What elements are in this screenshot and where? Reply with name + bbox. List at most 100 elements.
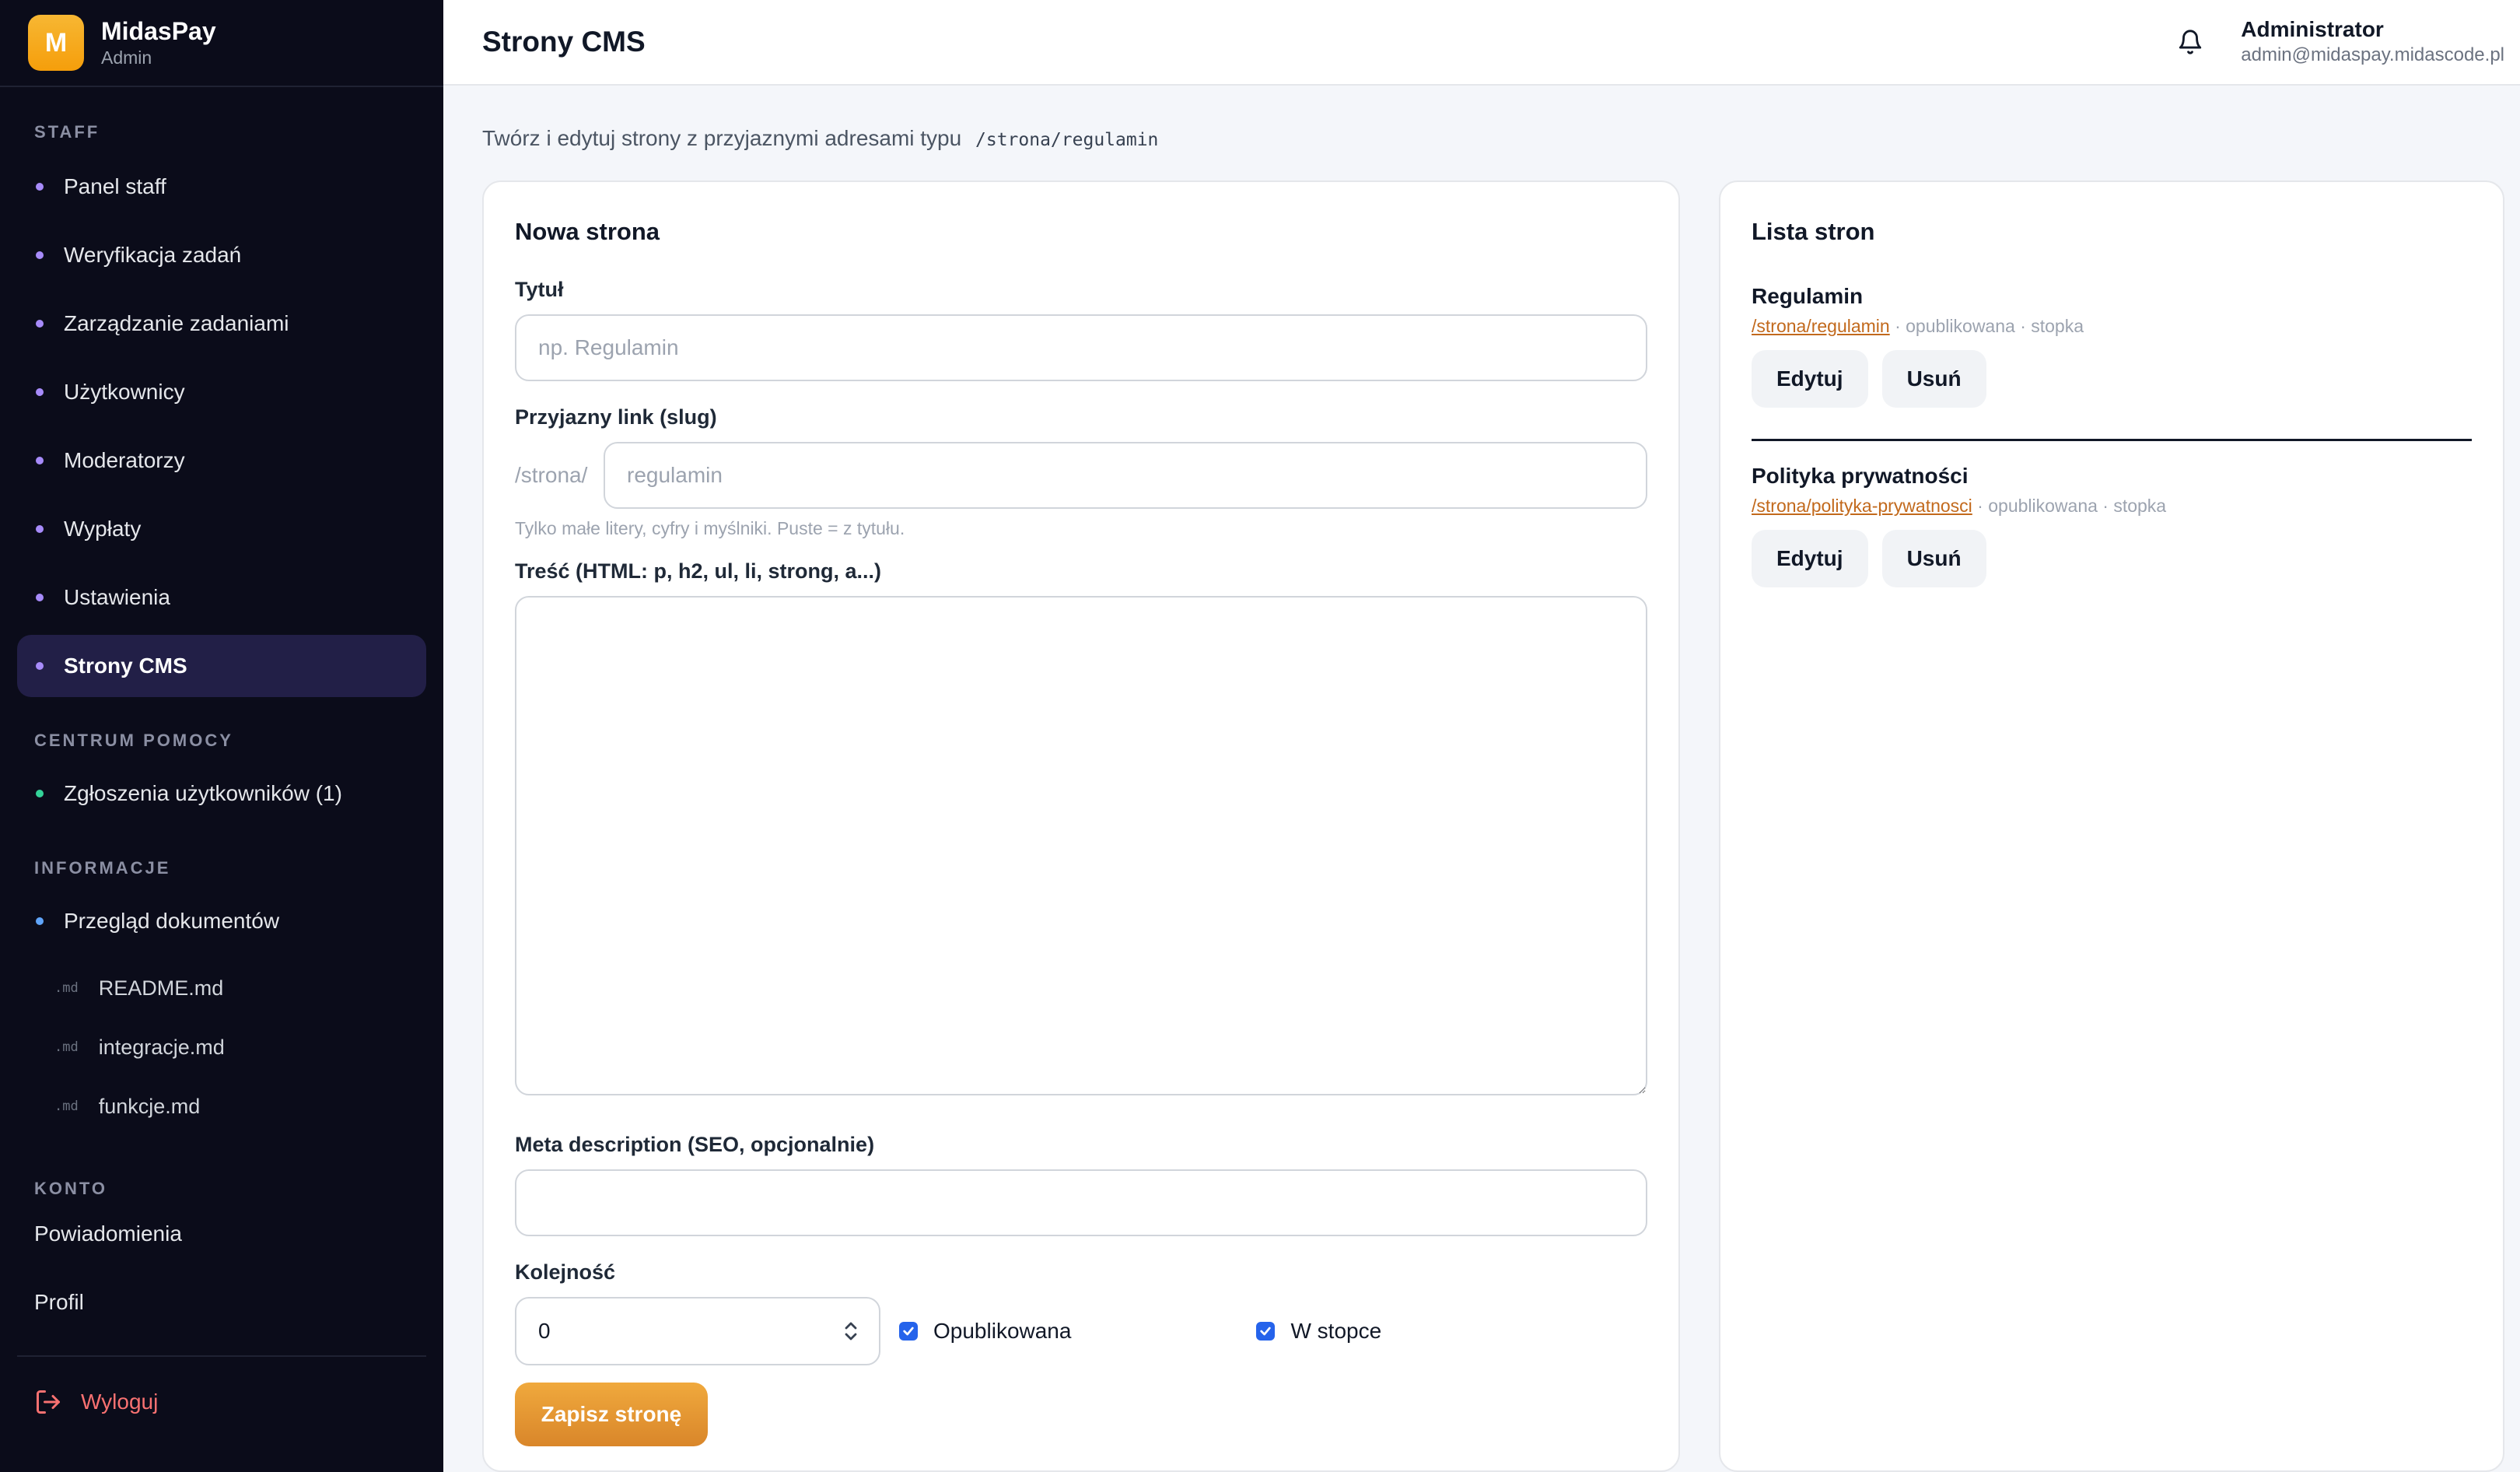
list-item-meta: /strona/regulamin · opublikowana · stopk… — [1752, 314, 2472, 338]
section-title-staff: STAFF — [34, 122, 100, 142]
page-slug-link[interactable]: /strona/polityka-prywatnosci — [1752, 496, 1972, 516]
sidebar-item-moderatorzy[interactable]: Moderatorzy — [17, 429, 426, 492]
sidebar-item-label: Zarządzanie zadaniami — [64, 311, 289, 335]
sidebar-item-label: Strony CMS — [64, 654, 187, 678]
edit-button[interactable]: Edytuj — [1752, 530, 1868, 587]
slug-input[interactable] — [604, 442, 1647, 509]
main-area: Strony CMS Administrator admin@midaspay.… — [443, 0, 2520, 1472]
doc-item-label: integracje.md — [98, 1035, 225, 1059]
meta-label: Meta description (SEO, opcjonalnie) — [515, 1133, 875, 1156]
page-list-title: Lista stron — [1752, 218, 1875, 245]
slug-hint: Tylko małe litery, cyfry i myślniki. Pus… — [515, 518, 905, 538]
list-item-title: Polityka prywatności — [1752, 464, 1969, 488]
bullet-dot — [36, 457, 44, 464]
brand-subtitle: Admin — [101, 47, 152, 68]
sidebar-footer: Wyloguj — [17, 1355, 426, 1447]
list-item-actions: Edytuj Usuń — [1752, 530, 2472, 587]
bell-icon — [2179, 30, 2202, 54]
intro-example-path: /strona/regulamin — [975, 130, 1159, 150]
md-file-icon: .md — [54, 980, 79, 996]
brand-name: MidasPay — [101, 17, 216, 45]
slug-prefix: /strona/ — [515, 463, 588, 487]
bullet-dot — [36, 594, 44, 601]
sidebar-item-zarzadzanie-zadaniami[interactable]: Zarządzanie zadaniami — [17, 293, 426, 355]
delete-button[interactable]: Usuń — [1881, 530, 1986, 587]
sidebar-item-label: Przegląd dokumentów — [64, 909, 280, 933]
sidebar-item-powiadomienia[interactable]: Powiadomienia — [17, 1200, 426, 1268]
sidebar-item-label: Moderatorzy — [64, 448, 185, 472]
bullet-dot — [36, 790, 44, 797]
user-email: admin@midaspay.midascode.pl — [2241, 44, 2504, 65]
list-item-actions: Edytuj Usuń — [1752, 350, 2472, 408]
content: Twórz i edytuj strony z przyjaznymi adre… — [443, 86, 2520, 1472]
published-label: Opublikowana — [933, 1319, 1072, 1343]
sidebar-nav: STAFF Panel staff Weryfikacja zadań Zarz… — [0, 87, 443, 1337]
user-menu[interactable]: Administrator admin@midaspay.midascode.p… — [2241, 16, 2504, 68]
sidebar-item-label: Wypłaty — [64, 517, 142, 541]
order-row: 0 Opublikowana W stopce — [515, 1297, 1647, 1365]
page-title: Strony CMS — [482, 26, 646, 58]
sidebar-item-label: Weryfikacja zadań — [64, 243, 242, 267]
topbar: Strony CMS Administrator admin@midaspay.… — [443, 0, 2520, 86]
bullet-dot — [36, 388, 44, 396]
checkbox-checked-icon[interactable] — [899, 1322, 918, 1341]
sidebar-item-profil[interactable]: Profil — [17, 1268, 426, 1337]
section-title-account: KONTO — [34, 1179, 108, 1198]
content-textarea[interactable] — [515, 596, 1647, 1095]
title-label: Tytuł — [515, 278, 564, 301]
sidebar-item-panel-staff[interactable]: Panel staff — [17, 156, 426, 218]
sidebar-item-label: Ustawienia — [64, 585, 170, 609]
new-page-card: Nowa strona Tytuł Przyjazny link (slug) … — [482, 180, 1680, 1472]
doc-item-readme[interactable]: .md README.md — [17, 959, 426, 1018]
sidebar-item-uzytkownicy[interactable]: Użytkownicy — [17, 361, 426, 423]
stepper-arrows-icon[interactable] — [843, 1320, 859, 1342]
logout-button[interactable]: Wyloguj — [17, 1357, 426, 1447]
section-title-info: INFORMACJE — [34, 858, 171, 878]
bullet-dot — [36, 917, 44, 925]
delete-button[interactable]: Usuń — [1881, 350, 1986, 408]
page-slug-link[interactable]: /strona/regulamin — [1752, 316, 1890, 336]
notifications-button[interactable] — [2177, 29, 2203, 55]
bullet-dot — [36, 525, 44, 533]
footer-checkbox[interactable]: W stopce — [1256, 1319, 1381, 1344]
page-intro: Twórz i edytuj strony z przyjaznymi adre… — [482, 124, 2504, 152]
list-item-title: Regulamin — [1752, 284, 1864, 308]
doc-item-integracje[interactable]: .md integracje.md — [17, 1018, 426, 1077]
edit-button[interactable]: Edytuj — [1752, 350, 1868, 408]
save-page-button[interactable]: Zapisz stronę — [515, 1383, 708, 1446]
md-file-icon: .md — [54, 1039, 79, 1055]
sidebar-item-label: Zgłoszenia użytkowników (1) — [64, 781, 342, 805]
sidebar-item-label: Panel staff — [64, 174, 166, 198]
bullet-dot — [36, 251, 44, 259]
list-item-meta: /strona/polityka-prywatnosci · opublikow… — [1752, 494, 2472, 517]
sidebar-item-wyplaty[interactable]: Wypłaty — [17, 498, 426, 560]
logout-icon — [37, 1390, 60, 1414]
bullet-dot — [36, 662, 44, 670]
sidebar-item-zgloszenia[interactable]: Zgłoszenia użytkowników (1) — [17, 762, 426, 825]
list-item-status: · opublikowana · stopka — [1972, 496, 2167, 516]
list-item: Polityka prywatności /strona/polityka-pr… — [1752, 441, 2472, 587]
md-file-icon: .md — [54, 1099, 79, 1114]
list-item: Regulamin /strona/regulamin · opublikowa… — [1752, 247, 2472, 408]
section-title-help: CENTRUM POMOCY — [34, 731, 233, 750]
sidebar-item-strony-cms[interactable]: Strony CMS — [17, 635, 426, 697]
order-stepper[interactable]: 0 — [515, 1297, 880, 1365]
doc-item-label: README.md — [98, 976, 224, 1000]
list-item-status: · opublikowana · stopka — [1889, 316, 2084, 336]
slug-label: Przyjazny link (slug) — [515, 405, 717, 429]
checkbox-checked-icon[interactable] — [1256, 1322, 1276, 1341]
slug-row: /strona/ — [515, 442, 1647, 509]
title-input[interactable] — [515, 314, 1647, 381]
content-label: Treść (HTML: p, h2, ul, li, strong, a...… — [515, 559, 882, 583]
published-checkbox[interactable]: Opublikowana — [899, 1319, 1071, 1344]
meta-description-input[interactable] — [515, 1169, 1647, 1236]
footer-label: W stopce — [1290, 1319, 1382, 1343]
sidebar-item-przeglad-dokumentow[interactable]: Przegląd dokumentów — [17, 890, 426, 952]
brand-logo: M — [28, 15, 84, 71]
sidebar-item-ustawienia[interactable]: Ustawienia — [17, 566, 426, 629]
doc-item-funkcje[interactable]: .md funkcje.md — [17, 1077, 426, 1136]
sidebar-item-weryfikacja-zadan[interactable]: Weryfikacja zadań — [17, 224, 426, 286]
bullet-dot — [36, 320, 44, 328]
bullet-dot — [36, 183, 44, 191]
brand[interactable]: M MidasPay Admin — [0, 0, 443, 87]
